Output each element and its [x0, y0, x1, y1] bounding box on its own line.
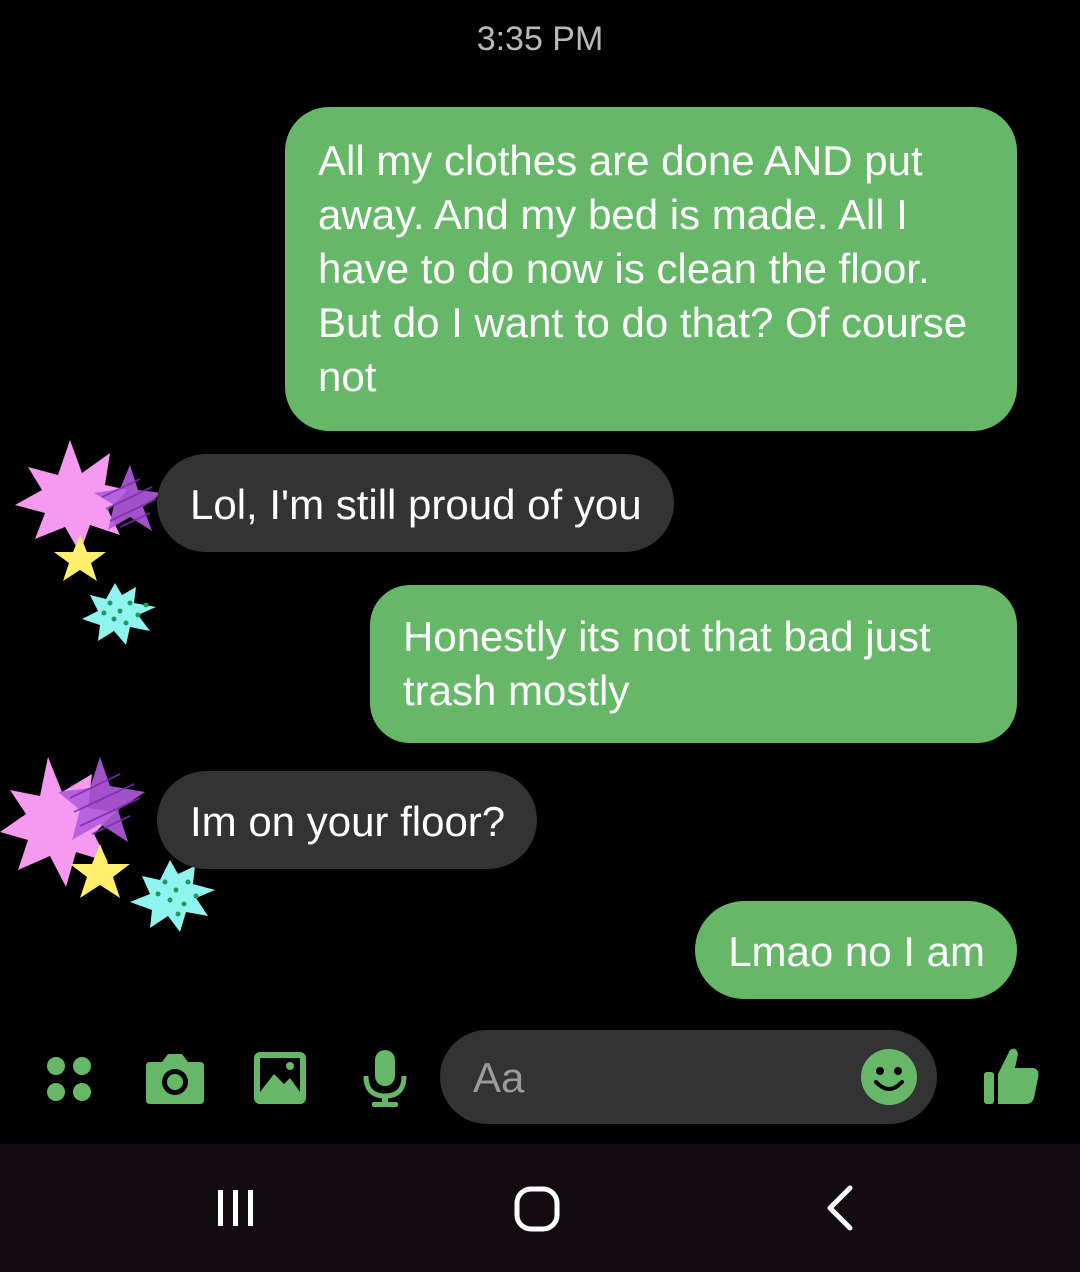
sent-message-bubble[interactable]: Honestly its not that bad just trash mos… — [370, 585, 1017, 743]
message-input[interactable]: Aa — [440, 1030, 937, 1124]
thumbs-up-icon[interactable] — [982, 1044, 1042, 1106]
received-message-bubble[interactable]: Lol, I'm still proud of you — [157, 454, 674, 552]
emoji-icon[interactable] — [860, 1048, 918, 1106]
camera-icon[interactable] — [144, 1050, 206, 1106]
sent-message-bubble[interactable]: All my clothes are done AND put away. An… — [285, 107, 1017, 431]
sticker-stars-decoration — [15, 440, 162, 645]
system-navigation-bar — [0, 1144, 1080, 1272]
gallery-icon[interactable] — [252, 1050, 308, 1106]
timestamp: 3:35 PM — [476, 20, 604, 58]
home-icon[interactable] — [512, 1184, 562, 1234]
apps-grid-icon[interactable] — [44, 1054, 94, 1104]
sent-message-bubble[interactable]: Lmao no I am — [695, 901, 1017, 999]
microphone-icon[interactable] — [360, 1048, 410, 1108]
cyan-star-sticker — [130, 860, 215, 932]
cyan-star-sticker — [82, 583, 156, 645]
message-composer: Aa — [0, 1030, 1080, 1130]
back-icon[interactable] — [822, 1184, 862, 1232]
yellow-star-sticker — [54, 535, 106, 581]
received-message-bubble[interactable]: Im on your floor? — [157, 771, 538, 869]
recent-apps-icon[interactable] — [214, 1186, 258, 1230]
message-input-placeholder: Aa — [473, 1054, 525, 1101]
